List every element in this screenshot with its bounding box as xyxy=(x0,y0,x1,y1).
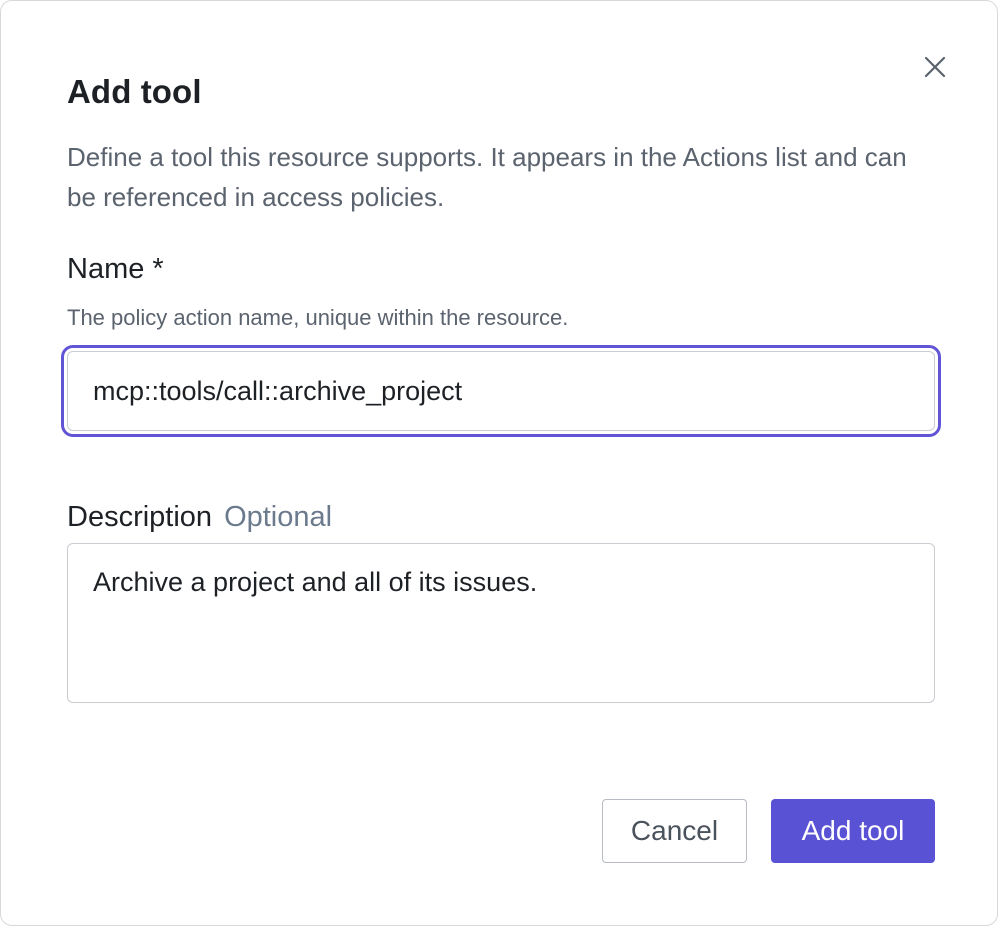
add-tool-button[interactable]: Add tool xyxy=(771,799,935,863)
close-button[interactable] xyxy=(915,47,955,87)
add-tool-dialog: Add tool Define a tool this resource sup… xyxy=(0,0,998,926)
name-label: Name * xyxy=(67,253,164,285)
cancel-button[interactable]: Cancel xyxy=(602,799,747,863)
name-hint: The policy action name, unique within th… xyxy=(67,305,569,330)
close-icon xyxy=(924,56,946,78)
optional-tag: Optional xyxy=(224,501,333,533)
dialog-title: Add tool xyxy=(67,73,202,110)
name-input[interactable] xyxy=(61,345,941,437)
description-label-text: Description xyxy=(67,501,213,533)
dialog-description: Define a tool this resource supports. It… xyxy=(67,142,907,212)
description-textarea[interactable]: Archive a project and all of its issues. xyxy=(67,543,935,703)
description-label: Description Optional xyxy=(67,501,332,534)
